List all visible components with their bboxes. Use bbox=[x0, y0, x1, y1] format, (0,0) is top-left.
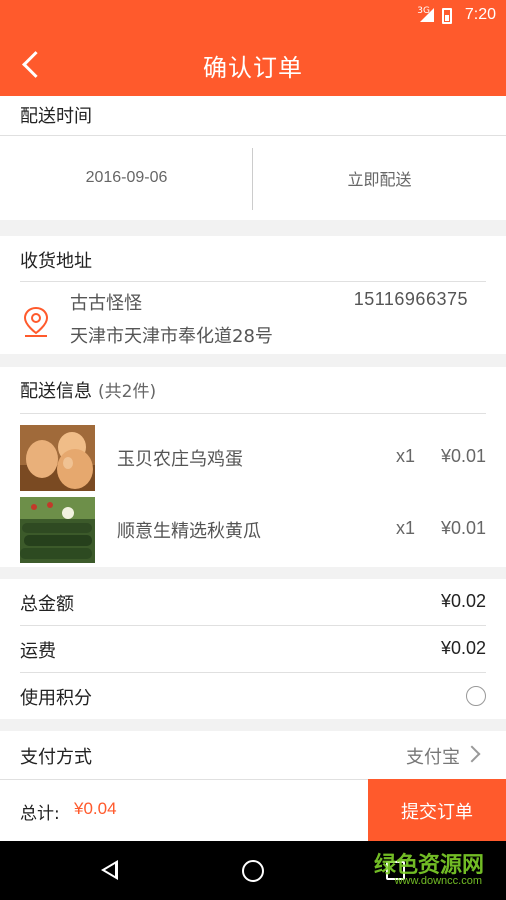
delivery-time-section: 配送时间 2016-09-06 立即配送 bbox=[0, 96, 506, 220]
location-pin-icon bbox=[23, 306, 49, 337]
order-summary-bar: 总计: ¥0.04 提交订单 bbox=[0, 779, 506, 842]
delivery-info-section: 配送信息 (共2件) 玉贝农庄乌鸡蛋 x1 ¥0.01 顺意生精选秋黄瓜 x1 ¥… bbox=[0, 367, 506, 567]
total-amount-row: 总金额 ¥0.02 bbox=[0, 579, 506, 625]
cucumber-product-image bbox=[20, 497, 95, 563]
status-time: 7:20 bbox=[464, 6, 496, 23]
totals-section: 总金额 ¥0.02 运费 ¥0.02 使用积分 bbox=[0, 579, 506, 719]
address-label: 收货地址 bbox=[20, 251, 92, 272]
payment-method[interactable]: 支付宝 bbox=[406, 743, 460, 769]
recipient-address: 天津市天津市奉化道28号 bbox=[70, 326, 273, 347]
total-amount-value: ¥0.02 bbox=[440, 591, 486, 611]
grand-total-label: 总计: bbox=[20, 804, 60, 824]
payment-section[interactable]: 支付方式 支付宝 bbox=[0, 731, 506, 779]
shipping-label: 运费 bbox=[20, 641, 56, 662]
submit-order-button[interactable]: 提交订单 bbox=[368, 779, 506, 842]
app-bar: 确认订单 bbox=[0, 32, 506, 96]
delivery-info-label: 配送信息 bbox=[20, 381, 92, 402]
total-amount-label: 总金额 bbox=[20, 594, 74, 615]
product-price: ¥0.01 bbox=[440, 446, 486, 466]
system-nav-bar: 绿色资源网 www.downcc.com bbox=[0, 841, 506, 900]
list-item[interactable]: 顺意生精选秋黄瓜 x1 ¥0.01 bbox=[0, 497, 506, 567]
shipping-row: 运费 ¥0.02 bbox=[0, 626, 506, 672]
points-label: 使用积分 bbox=[20, 688, 92, 709]
status-bar: 3G 7:20 bbox=[0, 0, 506, 32]
delivery-date-option[interactable]: 2016-09-06 bbox=[0, 136, 253, 220]
nav-home-icon[interactable] bbox=[242, 860, 264, 882]
payment-label: 支付方式 bbox=[20, 747, 92, 768]
product-name: 顺意生精选秋黄瓜 bbox=[117, 521, 261, 542]
points-row[interactable]: 使用积分 bbox=[0, 673, 506, 719]
watermark-url: www.downcc.com bbox=[394, 875, 482, 887]
signal-icon bbox=[420, 8, 434, 22]
egg-product-image bbox=[20, 425, 95, 491]
page-title: 确认订单 bbox=[203, 54, 303, 82]
recipient-name: 古古怪怪 bbox=[70, 293, 142, 314]
shipping-value: ¥0.02 bbox=[440, 638, 486, 658]
divider bbox=[20, 413, 486, 414]
recipient-phone: 15116966375 bbox=[353, 289, 468, 309]
item-count: (共2件) bbox=[98, 382, 157, 402]
product-qty: x1 bbox=[396, 518, 416, 538]
chevron-right-icon bbox=[463, 745, 481, 763]
delivery-info-header: 配送信息 (共2件) bbox=[20, 377, 156, 403]
product-price: ¥0.01 bbox=[440, 518, 486, 538]
list-item[interactable]: 玉贝农庄乌鸡蛋 x1 ¥0.01 bbox=[0, 425, 506, 495]
grand-total-value: ¥0.04 bbox=[74, 799, 117, 818]
nav-back-icon[interactable] bbox=[101, 860, 118, 880]
product-qty: x1 bbox=[396, 446, 416, 466]
delivery-mode-option[interactable]: 立即配送 bbox=[253, 136, 506, 220]
delivery-time-label: 配送时间 bbox=[20, 106, 92, 127]
address-section[interactable]: 收货地址 古古怪怪 15116966375 天津市天津市奉化道28号 bbox=[0, 236, 506, 354]
points-radio[interactable] bbox=[466, 686, 486, 706]
product-name: 玉贝农庄乌鸡蛋 bbox=[117, 449, 243, 470]
battery-icon bbox=[442, 8, 452, 24]
divider bbox=[20, 281, 486, 282]
